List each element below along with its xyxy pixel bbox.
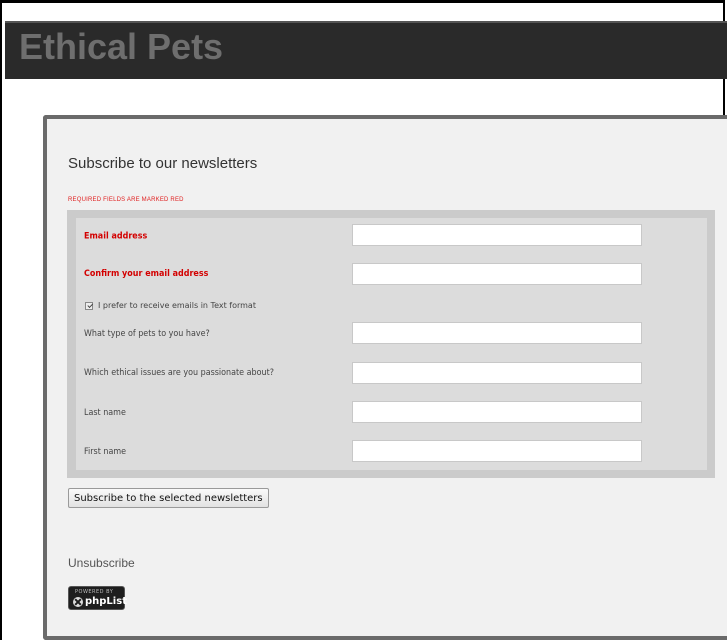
subscribe-button[interactable]: Subscribe to the selected newsletters [68,488,269,508]
required-fields-note: REQUIRED FIELDS ARE MARKED RED [68,197,184,203]
phplist-logo-icon [73,597,83,607]
text-format-option[interactable]: I prefer to receive emails in Text forma… [85,301,256,310]
first-name-input[interactable] [352,440,642,462]
email-input[interactable] [352,224,642,246]
site-header: Ethical Pets [5,21,727,79]
badge-powered-by: POWERED BY [75,589,114,595]
email-label: Email address [84,230,148,241]
form-heading: Subscribe to our newsletters [68,155,258,172]
last-name-input[interactable] [352,401,642,423]
text-format-label: I prefer to receive emails in Text forma… [98,301,256,310]
text-format-checkbox[interactable] [85,301,93,310]
pets-label: What type of pets to you have? [84,328,210,339]
first-name-label: First name [84,446,127,457]
confirm-email-label: Confirm your email address [84,268,209,279]
phplist-badge[interactable]: POWERED BY phpList [68,586,127,610]
ethical-issues-input[interactable] [352,362,642,384]
site-title[interactable]: Ethical Pets [19,26,223,68]
last-name-label: Last name [84,407,126,418]
unsubscribe-link[interactable]: Unsubscribe [68,556,135,570]
pets-input[interactable] [352,322,642,344]
badge-name: phpList [85,596,127,607]
ethical-issues-label: Which ethical issues are you passionate … [84,367,274,378]
form-fields-area [76,218,707,470]
confirm-email-input[interactable] [352,263,642,285]
